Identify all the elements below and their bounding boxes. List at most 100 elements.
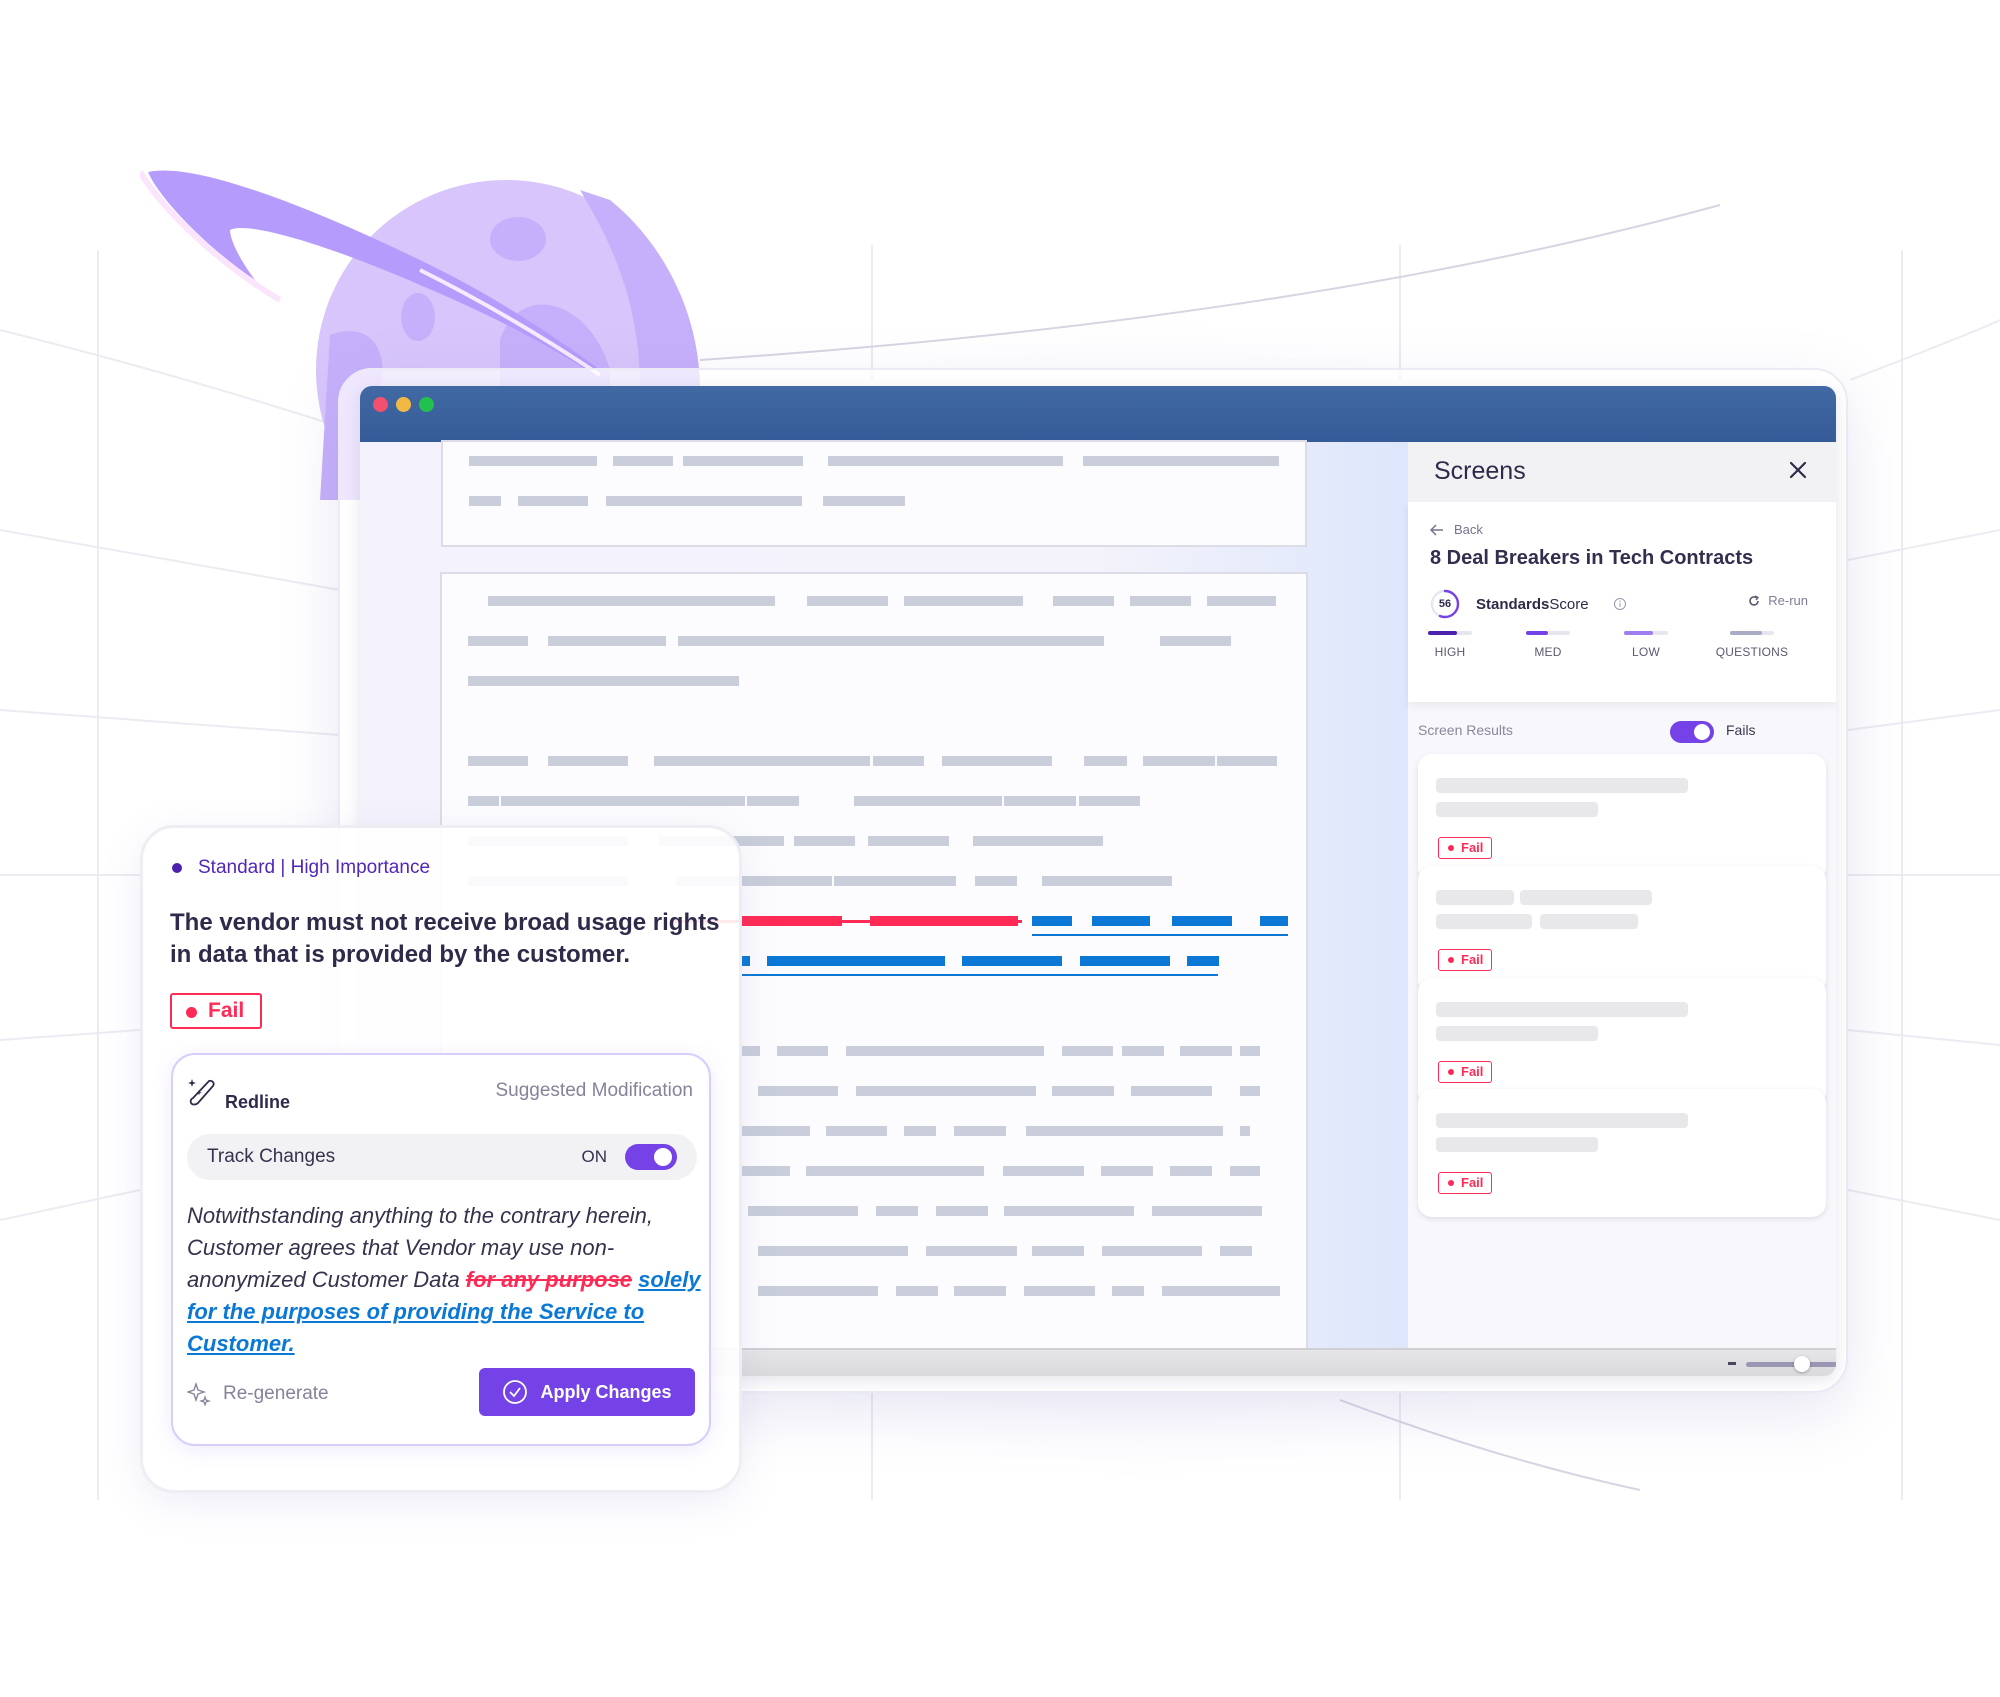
- placeholder-text: [1436, 1002, 1688, 1017]
- text-placeholder-line: [794, 836, 855, 846]
- inserted-text-line: [1260, 916, 1288, 926]
- fail-badge: Fail: [1438, 1061, 1493, 1083]
- text-placeholder-line: [896, 1286, 938, 1296]
- apply-changes-button[interactable]: Apply Changes: [479, 1368, 695, 1416]
- placeholder-text: [1436, 890, 1514, 905]
- text-placeholder-line: [807, 596, 888, 606]
- severity-track: [1730, 631, 1774, 635]
- text-placeholder-line: [1062, 1046, 1113, 1056]
- text-placeholder-line: [1053, 596, 1114, 606]
- text-placeholder-line: [468, 796, 499, 806]
- screen-result-card[interactable]: Fail: [1418, 754, 1826, 882]
- score-label-bold: Standards: [1476, 596, 1550, 613]
- check-circle-icon: [503, 1380, 528, 1404]
- fail-badge: Fail: [1438, 1172, 1493, 1194]
- fails-toggle-label: Fails: [1726, 722, 1756, 738]
- text-placeholder-line: [904, 596, 1023, 606]
- redline-card: Redline Suggested Modification Track Cha…: [171, 1053, 711, 1446]
- text-placeholder-line: [1240, 1046, 1260, 1056]
- text-placeholder-line: [1217, 756, 1277, 766]
- screen-result-card[interactable]: Fail: [1418, 978, 1826, 1106]
- text-placeholder-line: [1071, 636, 1104, 646]
- screen-result-card[interactable]: Fail: [1418, 866, 1826, 994]
- document-page: [441, 440, 1307, 547]
- text-placeholder-line: [823, 496, 905, 506]
- close-icon[interactable]: [1786, 458, 1810, 482]
- severity-low[interactable]: LOW: [1606, 631, 1686, 659]
- text-placeholder-line: [1004, 1206, 1134, 1216]
- fails-toggle[interactable]: [1670, 721, 1714, 743]
- text-placeholder-line: [1170, 1166, 1212, 1176]
- zoom-slider[interactable]: [1746, 1362, 1836, 1367]
- severity-fill: [1428, 631, 1457, 635]
- sparkle-icon: [187, 1382, 211, 1406]
- placeholder-text: [1436, 1113, 1688, 1128]
- close-window-button[interactable]: [373, 397, 388, 412]
- text-placeholder-line: [1004, 796, 1076, 806]
- importance-dot: [172, 863, 182, 873]
- severity-fill: [1730, 631, 1762, 635]
- text-placeholder-line: [876, 1206, 918, 1216]
- title-bar: [360, 386, 1836, 442]
- rerun-button[interactable]: Re-run: [1748, 593, 1808, 608]
- text-placeholder-line: [469, 456, 597, 466]
- text-placeholder-line: [758, 1286, 878, 1296]
- text-placeholder-line: [1079, 796, 1140, 806]
- minimize-window-button[interactable]: [396, 397, 411, 412]
- suggested-modification-label: Suggested Modification: [495, 1080, 693, 1101]
- back-label: Back: [1454, 522, 1483, 537]
- maximize-window-button[interactable]: [419, 397, 434, 412]
- text-placeholder-line: [1083, 456, 1279, 466]
- severity-label: LOW: [1632, 645, 1660, 659]
- text-placeholder-line: [742, 1046, 760, 1056]
- text-placeholder-line: [658, 676, 739, 686]
- standards-score-label: StandardsScore: [1476, 596, 1589, 613]
- track-changes-toggle[interactable]: [625, 1144, 677, 1170]
- regenerate-button[interactable]: Re-generate: [187, 1382, 329, 1406]
- text-placeholder-line: [1131, 1086, 1212, 1096]
- text-placeholder-line: [1160, 636, 1231, 646]
- text-placeholder-line: [954, 796, 987, 806]
- severity-questions[interactable]: QUESTIONS: [1712, 631, 1792, 659]
- track-changes-state: ON: [581, 1147, 608, 1166]
- text-placeholder-line: [683, 456, 803, 466]
- text-placeholder-line: [1207, 596, 1276, 606]
- arrow-left-icon: [1430, 523, 1443, 536]
- status-badge: Fail: [170, 993, 262, 1029]
- clause-deleted-text: for any purpose: [465, 1267, 633, 1292]
- text-placeholder-line: [1143, 756, 1215, 766]
- text-placeholder-line: [954, 1286, 1006, 1296]
- back-link[interactable]: Back: [1430, 522, 1483, 537]
- screen-result-card[interactable]: Fail: [1418, 1089, 1826, 1217]
- text-placeholder-line: [1026, 1126, 1156, 1136]
- severity-fill: [1526, 631, 1548, 635]
- text-placeholder-line: [613, 456, 673, 466]
- text-placeholder-line: [469, 496, 501, 506]
- text-placeholder-line: [954, 1126, 1006, 1136]
- text-placeholder-line: [548, 636, 666, 646]
- zoom-out-icon[interactable]: [1728, 1362, 1736, 1365]
- standard-rule-text: The vendor must not receive broad usage …: [170, 909, 720, 968]
- insert-underline: [742, 974, 1218, 976]
- inserted-text-line: [1032, 916, 1072, 926]
- toggle-knob: [1694, 724, 1710, 740]
- insert-underline: [1032, 934, 1288, 936]
- placeholder-text: [1540, 914, 1638, 929]
- inserted-text-line: [962, 956, 1062, 966]
- screen-results-label: Screen Results: [1418, 722, 1513, 738]
- severity-high[interactable]: HIGH: [1410, 631, 1490, 659]
- severity-label: MED: [1534, 645, 1562, 659]
- screens-panel: Screens Back 8 Deal Breakers in Tech Con…: [1408, 442, 1836, 1348]
- regenerate-label: Re-generate: [223, 1383, 329, 1404]
- inserted-text-line: [1172, 916, 1232, 926]
- text-placeholder-line: [904, 1126, 936, 1136]
- text-placeholder-line: [748, 1206, 858, 1216]
- info-icon[interactable]: [1613, 597, 1627, 611]
- text-placeholder-line: [1084, 756, 1127, 766]
- text-placeholder-line: [975, 876, 1017, 886]
- inserted-text-line: [1080, 956, 1170, 966]
- severity-med[interactable]: MED: [1508, 631, 1588, 659]
- importance-label: Standard | High Importance: [198, 857, 431, 878]
- text-placeholder-line: [868, 836, 949, 846]
- zoom-slider-thumb[interactable]: [1794, 1356, 1810, 1372]
